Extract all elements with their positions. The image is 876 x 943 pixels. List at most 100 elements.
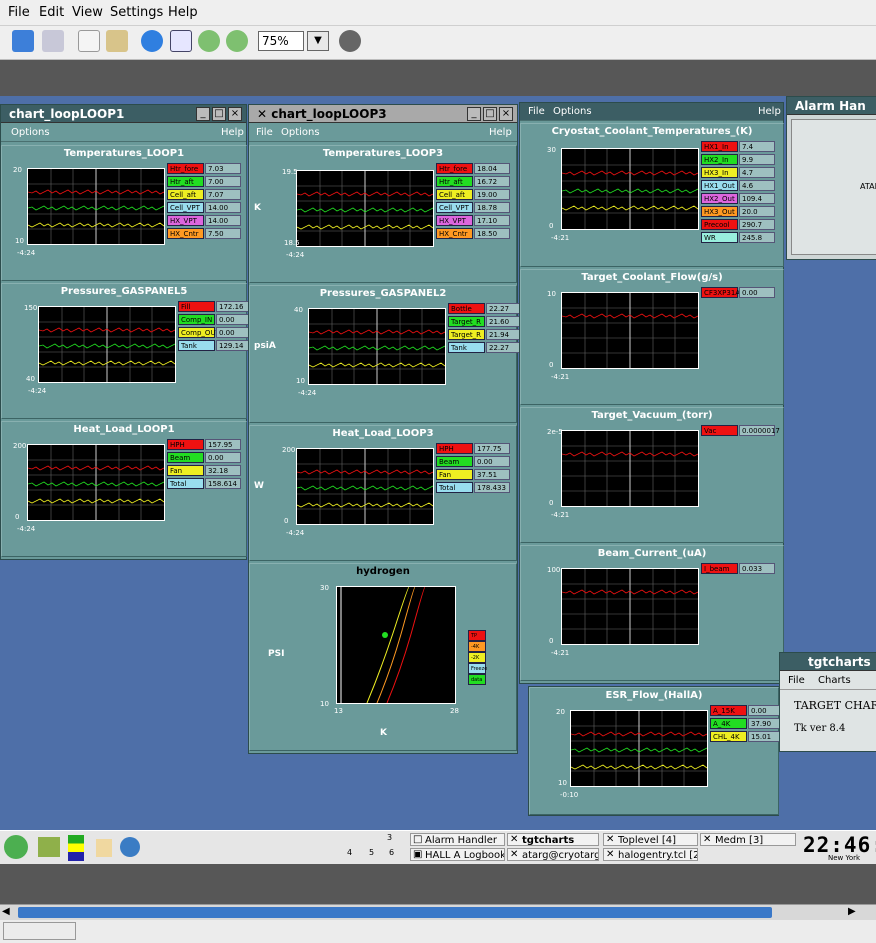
menu-help[interactable]: Help — [221, 127, 244, 138]
legend-label: Cell_VPT — [167, 202, 204, 213]
menu-settings[interactable]: Settings — [110, 5, 163, 20]
menu-options[interactable]: Options — [11, 127, 50, 138]
menu-help[interactable]: Help — [168, 5, 198, 20]
workspace-5[interactable]: 5 — [369, 848, 374, 857]
menu-edit[interactable]: Edit — [39, 5, 64, 20]
task-halogentry[interactable]: ✕ halogentry.tcl [2] — [603, 848, 698, 861]
plot-area — [27, 444, 166, 522]
refresh-icon[interactable] — [141, 30, 163, 52]
legend-label: -4K — [468, 641, 486, 652]
menu-options[interactable]: Options — [281, 127, 320, 138]
open-icon[interactable] — [12, 30, 34, 52]
plot-area — [296, 448, 435, 526]
zoom-out-icon[interactable] — [226, 30, 248, 52]
y-max: 200 — [282, 446, 296, 454]
legend-label: HX2_In — [701, 154, 738, 165]
menu-file[interactable]: File — [256, 127, 273, 138]
workspace-3[interactable]: 3 — [387, 833, 392, 842]
plot-grid — [570, 711, 709, 788]
chart-temperatures-loop1: Temperatures_LOOP1 20 10 -4:24 Htr_fore 7.03 H… — [1, 145, 247, 281]
chart-target-coolant-flow: Target_Coolant_Flow(g/s) 10 0 -4:21 CF3XP31A… — [520, 269, 784, 405]
legend-value: 7.00 — [205, 176, 241, 187]
zoom-in-icon[interactable] — [198, 30, 220, 52]
task-alarm-handler[interactable]: □ Alarm Handler — [410, 833, 505, 846]
legend-value: 16.72 — [474, 176, 510, 187]
y-unit: K — [254, 202, 261, 213]
maximize-button[interactable]: □ — [212, 107, 226, 121]
horizontal-scrollbar[interactable]: ◀ ▶ — [0, 904, 876, 920]
y-min: 10 — [296, 377, 305, 385]
scroll-right-icon[interactable]: ▶ — [848, 906, 856, 917]
legend-label: Cell_VPT — [436, 202, 473, 213]
x-start: -4:24 — [286, 251, 305, 259]
x-icon: ✕ — [257, 107, 272, 121]
chart-heat-load-loop3: Heat_Load_LOOP3 200 0 -4:24 W HPH 177.75 Beam 0.… — [249, 425, 517, 561]
chart-title: Cryostat_Coolant_Temperatures_(K) — [551, 126, 753, 137]
workspace-pager[interactable]: 3 4 5 6 — [345, 833, 405, 863]
window-tgtcharts-title[interactable]: tgtcharts — [780, 653, 876, 671]
scroll-left-icon[interactable]: ◀ — [2, 906, 10, 917]
legend-label: HX3_Out — [701, 206, 738, 217]
menu-charts[interactable]: Charts — [818, 675, 851, 686]
task-medm[interactable]: ✕ Medm [3] — [700, 833, 796, 846]
menu-help[interactable]: Help — [758, 106, 781, 117]
legend-label: Vac — [701, 425, 738, 436]
maximize-button[interactable]: □ — [483, 107, 497, 121]
edit-icon[interactable] — [170, 30, 192, 52]
copy-icon[interactable] — [78, 30, 100, 52]
browser-icon[interactable] — [120, 837, 140, 857]
y-max: 20 — [556, 708, 565, 716]
task-label: atarg@cryotarg — [522, 850, 599, 861]
window-cryo: File Options Help Cryostat_Coolant_Tempe… — [519, 102, 784, 684]
scrollbar-thumb[interactable] — [18, 907, 772, 918]
paste-icon[interactable] — [106, 30, 128, 52]
y-min: 10 — [15, 237, 24, 245]
menubar: File Edit View Settings Help — [0, 0, 876, 26]
legend-value: 4.7 — [739, 167, 775, 178]
legend-label: HX2_Out — [701, 193, 738, 204]
y-min: 10 — [558, 779, 567, 787]
curve-tp — [386, 587, 426, 703]
task-toplevel[interactable]: ✕ Toplevel [4] — [603, 833, 698, 846]
menu-help[interactable]: Help — [489, 127, 512, 138]
print-icon[interactable] — [42, 30, 64, 52]
launcher-icon[interactable] — [38, 837, 60, 857]
menu-options[interactable]: Options — [553, 106, 592, 117]
status-bar — [0, 920, 876, 943]
legend-value: 22.27 — [486, 303, 522, 314]
zoom-input[interactable]: 75% — [258, 31, 304, 51]
minimize-button[interactable]: _ — [196, 107, 210, 121]
reload-icon[interactable] — [339, 30, 361, 52]
minimize-button[interactable]: _ — [467, 107, 481, 121]
legend-value: 4.6 — [739, 180, 775, 191]
workspace-6[interactable]: 6 — [389, 848, 394, 857]
start-icon[interactable] — [4, 835, 28, 859]
legend-value: 157.95 — [205, 439, 241, 450]
menu-view[interactable]: View — [72, 5, 103, 20]
zoom-dropdown-button[interactable]: ▼ — [307, 31, 329, 51]
legend-label: Fill — [178, 301, 215, 312]
y-max: 20 — [13, 166, 22, 174]
notes-icon[interactable] — [96, 839, 112, 857]
curve-minus2k — [366, 587, 410, 703]
workspace-4[interactable]: 4 — [347, 848, 352, 857]
monitor-icon[interactable] — [68, 835, 84, 861]
menu-file[interactable]: File — [528, 106, 545, 117]
task-label: Medm [3] — [715, 835, 764, 846]
legend-value: 178.433 — [474, 482, 510, 493]
task-terminal[interactable]: ✕ atarg@cryotarg — [507, 848, 599, 861]
close-button[interactable]: × — [499, 107, 513, 121]
chart-title: Target_Vacuum_(torr) — [591, 410, 713, 421]
close-button[interactable]: × — [228, 107, 242, 121]
task-tgtcharts[interactable]: ✕ tgtcharts — [507, 833, 599, 846]
menu-file[interactable]: File — [8, 5, 30, 20]
menu-file[interactable]: File — [788, 675, 805, 686]
y-min: 0 — [284, 517, 289, 525]
x-max: 28 — [450, 707, 459, 715]
task-hall-a-logbook[interactable]: ▣ HALL A Logbook — [410, 848, 505, 861]
legend-value: 0.033 — [739, 563, 775, 574]
window-alarm-title[interactable]: Alarm Han — [787, 97, 876, 115]
chart-target-vacuum: Target_Vacuum_(torr) 2e-5 0 -4:21 Vac 0.00000… — [520, 407, 784, 543]
legend-value: 0.00 — [216, 314, 252, 325]
legend-label: WR — [701, 232, 738, 243]
